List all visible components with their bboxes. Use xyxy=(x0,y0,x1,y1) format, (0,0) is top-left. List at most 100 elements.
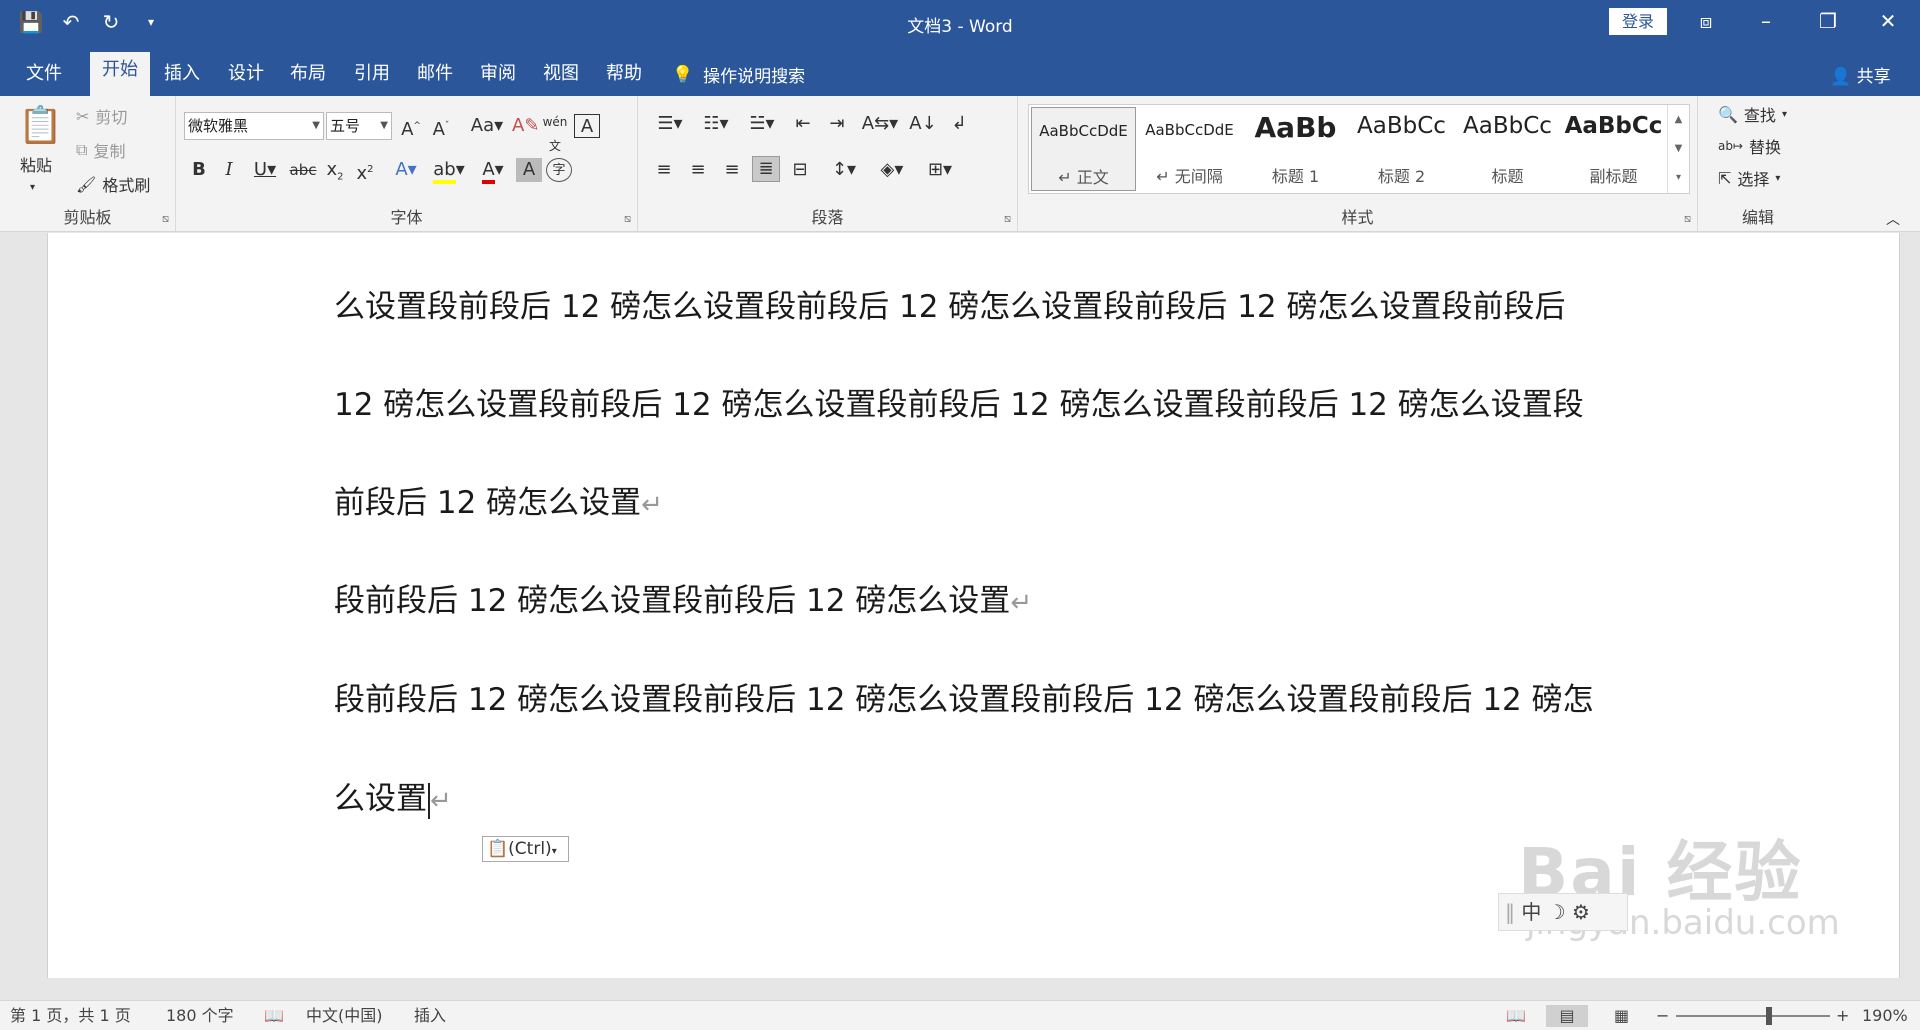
style-heading-2[interactable]: AaBbCc 标题 2 xyxy=(1349,107,1454,191)
underline-icon[interactable]: U▾ xyxy=(248,158,282,182)
strikethrough-icon[interactable]: abc xyxy=(288,158,318,182)
copy-button[interactable]: ⧉ 复制 xyxy=(76,138,125,162)
web-layout-icon[interactable]: ▦ xyxy=(1614,1005,1629,1027)
language-indicator[interactable]: 中文(中国) xyxy=(306,1005,383,1027)
style-no-spacing[interactable]: AaBbCcDdE ↵ 无间隔 xyxy=(1137,107,1242,191)
share-button[interactable]: 👤 共享 xyxy=(1830,62,1891,87)
restore-button[interactable]: ❐ xyxy=(1808,6,1848,36)
minimize-button[interactable]: – xyxy=(1746,6,1786,36)
zoom-level[interactable]: 190% xyxy=(1862,1005,1908,1027)
document-line[interactable]: 么设置段前段后 12 磅怎么设置段前段后 12 磅怎么设置段前段后 12 磅怎么… xyxy=(334,287,1565,327)
cut-button[interactable]: ✂ 剪切 xyxy=(76,104,127,128)
font-size-combo[interactable]: 五号 ▼ xyxy=(326,112,392,140)
document-line[interactable]: 么设置 ↵ xyxy=(334,779,452,821)
change-case-icon[interactable]: Aa▾ xyxy=(468,114,506,138)
proofing-icon[interactable]: 📖 xyxy=(264,1005,284,1027)
print-layout-icon[interactable]: ▤ xyxy=(1546,1005,1588,1027)
login-button[interactable]: 登录 xyxy=(1609,8,1667,35)
format-painter-button[interactable]: 🖌 格式刷 xyxy=(76,172,150,196)
clear-formatting-icon[interactable]: A✎ xyxy=(512,114,539,138)
tab-layout[interactable]: 布局 xyxy=(284,62,332,86)
line-spacing-icon[interactable]: ↕▾ xyxy=(824,158,864,182)
collapse-ribbon-icon[interactable]: ︿ xyxy=(1886,208,1900,232)
select-button[interactable]: ⇱ 选择 ▾ xyxy=(1718,166,1780,190)
tab-references[interactable]: 引用 xyxy=(348,62,396,86)
paste-button[interactable]: 粘贴 xyxy=(20,152,52,176)
document-line[interactable]: 段前段后 12 磅怎么设置段前段后 12 磅怎么设置段前段后 12 磅怎么设置段… xyxy=(334,680,1594,720)
justify-icon[interactable]: ≣ xyxy=(752,156,780,182)
numbering-icon[interactable]: ☷▾ xyxy=(696,112,736,136)
borders-icon[interactable]: ⊞▾ xyxy=(920,158,960,182)
tab-help[interactable]: 帮助 xyxy=(600,62,648,86)
show-formatting-marks-icon[interactable]: ↲ xyxy=(944,112,974,136)
tab-file[interactable]: 文件 xyxy=(20,62,68,86)
style-title[interactable]: AaBbCc 标题 xyxy=(1455,107,1560,191)
zoom-out-icon[interactable]: − xyxy=(1656,1005,1669,1027)
decrease-indent-icon[interactable]: ⇤ xyxy=(788,112,818,136)
shrink-font-icon[interactable]: Aˇ xyxy=(428,114,454,142)
clipboard-launcher-icon[interactable]: ⧅ xyxy=(162,212,169,226)
scroll-down-icon[interactable]: ▼ xyxy=(1668,134,1689,163)
styles-launcher-icon[interactable]: ⧅ xyxy=(1684,212,1691,226)
align-center-icon[interactable]: ≡ xyxy=(684,158,712,182)
document-line[interactable]: 12 磅怎么设置段前段后 12 磅怎么设置段前段后 12 磅怎么设置段前段后 1… xyxy=(334,385,1584,425)
document-line[interactable]: 段前段后 12 磅怎么设置段前段后 12 磅怎么设置↵ xyxy=(334,581,1032,623)
multilevel-list-icon[interactable]: ☱▾ xyxy=(742,112,782,136)
bullets-icon[interactable]: ☰▾ xyxy=(650,112,690,136)
sort-icon[interactable]: A↓ xyxy=(908,112,938,136)
ime-drag-handle[interactable]: ‖ xyxy=(1505,900,1521,924)
read-mode-icon[interactable]: 📖 xyxy=(1506,1005,1526,1027)
asian-layout-icon[interactable]: A⇆▾ xyxy=(860,112,900,136)
grow-font-icon[interactable]: A^ xyxy=(398,114,424,142)
font-launcher-icon[interactable]: ⧅ xyxy=(624,212,631,226)
align-left-icon[interactable]: ≡ xyxy=(650,158,678,182)
ribbon-display-options-icon[interactable]: ⧈ xyxy=(1686,6,1726,36)
tab-view[interactable]: 视图 xyxy=(537,62,585,86)
tab-mailings[interactable]: 邮件 xyxy=(411,62,459,86)
zoom-slider-thumb[interactable] xyxy=(1766,1007,1772,1025)
tab-review[interactable]: 审阅 xyxy=(474,62,522,86)
italic-icon[interactable]: I xyxy=(218,158,240,182)
ime-toolbar[interactable]: ‖ 中 ☽ ⚙ xyxy=(1498,893,1628,931)
text-effects-icon[interactable]: A▾ xyxy=(388,158,424,182)
distributed-icon[interactable]: ⊟ xyxy=(786,158,814,182)
paste-icon[interactable]: 📋 xyxy=(18,104,63,148)
tab-home[interactable]: 开始 xyxy=(90,52,150,96)
vertical-scrollbar[interactable] xyxy=(1900,233,1920,1000)
character-shading-icon[interactable]: A xyxy=(516,158,542,182)
page-count[interactable]: 第 1 页，共 1 页 xyxy=(10,1005,131,1027)
document-line[interactable]: 前段后 12 磅怎么设置↵ xyxy=(334,483,663,525)
styles-gallery-scroll[interactable]: ▲ ▼ ▾ xyxy=(1667,105,1689,193)
ime-mode-label[interactable]: 中 xyxy=(1521,900,1541,924)
increase-indent-icon[interactable]: ⇥ xyxy=(822,112,852,136)
enclose-characters-icon[interactable]: 字 xyxy=(546,158,572,182)
tab-design[interactable]: 设计 xyxy=(222,62,270,86)
find-button[interactable]: 🔍 查找 ▾ xyxy=(1718,102,1787,126)
gear-icon[interactable]: ⚙ xyxy=(1572,900,1590,924)
phonetic-guide-icon[interactable]: wén 文 xyxy=(542,110,568,158)
zoom-in-icon[interactable]: + xyxy=(1836,1005,1849,1027)
align-right-icon[interactable]: ≡ xyxy=(718,158,746,182)
shading-icon[interactable]: ◈▾ xyxy=(872,158,912,182)
style-normal[interactable]: AaBbCcDdE ↵ 正文 xyxy=(1031,107,1136,191)
zoom-slider[interactable] xyxy=(1676,1015,1830,1017)
paste-dropdown-icon[interactable]: ▾ xyxy=(30,176,35,200)
character-border-icon[interactable]: A xyxy=(574,114,600,138)
tab-insert[interactable]: 插入 xyxy=(158,62,206,86)
style-subtitle[interactable]: AaBbCc 副标题 xyxy=(1561,107,1666,191)
superscript-icon[interactable]: x2 xyxy=(352,158,378,186)
tell-me-search[interactable]: 💡 操作说明搜索 xyxy=(672,62,805,88)
word-count[interactable]: 180 个字 xyxy=(166,1005,234,1027)
scroll-up-icon[interactable]: ▲ xyxy=(1668,105,1689,134)
document-page[interactable]: 么设置 段前段后 12 磅怎么设置段前段后 12 磅怎么设置段前段后 12 磅怎么… xyxy=(47,233,1900,978)
style-heading-1[interactable]: AaBb 标题 1 xyxy=(1243,107,1348,191)
paragraph-launcher-icon[interactable]: ⧅ xyxy=(1004,212,1011,226)
subscript-icon[interactable]: x2 xyxy=(322,158,348,190)
font-color-icon[interactable]: A▾ xyxy=(474,158,512,184)
moon-icon[interactable]: ☽ xyxy=(1548,900,1572,924)
paste-options-button[interactable]: 📋(Ctrl)▾ xyxy=(482,836,569,862)
replace-button[interactable]: ab↦ 替换 xyxy=(1718,134,1781,158)
insert-mode[interactable]: 插入 xyxy=(414,1005,446,1027)
font-name-combo[interactable]: 微软雅黑 ▼ xyxy=(184,112,324,140)
more-styles-icon[interactable]: ▾ xyxy=(1668,163,1689,192)
